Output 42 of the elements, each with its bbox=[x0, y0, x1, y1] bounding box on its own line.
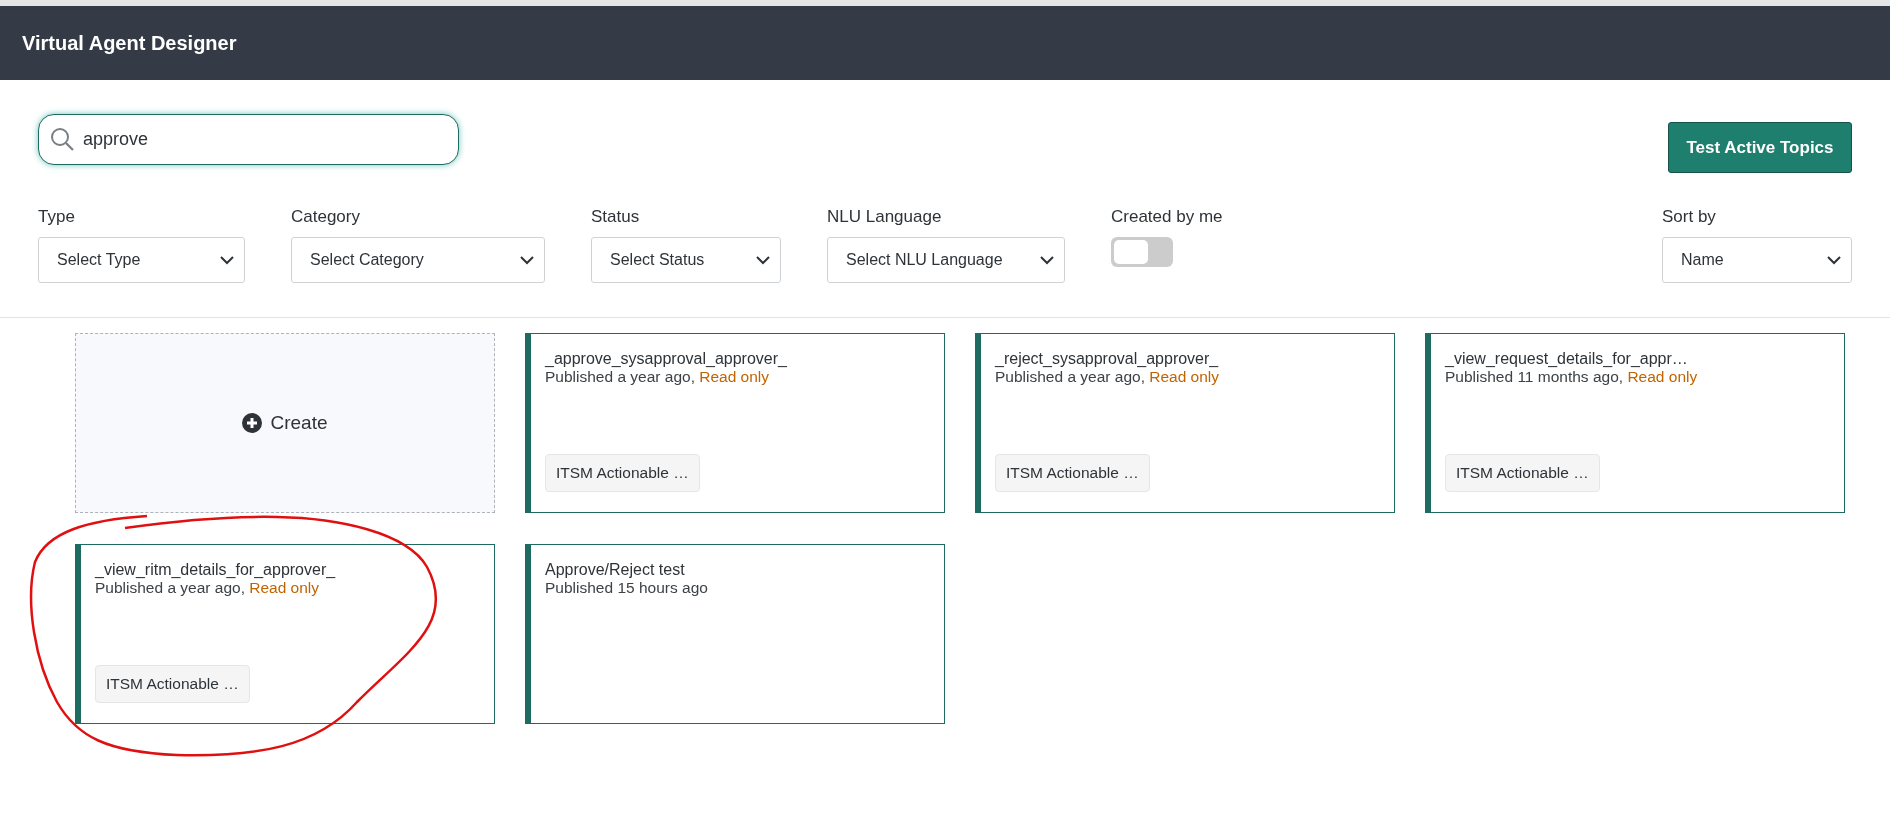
topic-title: _view_request_details_for_appr… bbox=[1445, 350, 1689, 368]
filter-label: Type bbox=[38, 207, 76, 228]
topic-card[interactable]: _approve_sysapproval_approver_ Published a year ago, Read only ITSM Actionable … bbox=[525, 333, 945, 513]
topic-title: _approve_sysapproval_approver_ bbox=[545, 350, 788, 368]
category-tag: ITSM Actionable … bbox=[95, 665, 250, 703]
filter-dropdown[interactable]: Select Category bbox=[291, 237, 545, 283]
filter-label: Created by me bbox=[1111, 207, 1223, 228]
search-icon bbox=[50, 127, 74, 151]
topic-card[interactable]: _view_ritm_details_for_approver_ Published a year ago, Read only ITSM Actionable … bbox=[75, 544, 495, 724]
chevron-down-icon bbox=[220, 255, 234, 265]
sort-dropdown[interactable]: Name bbox=[1662, 237, 1852, 283]
topic-card[interactable]: _reject_sysapproval_approver_ Published a year ago, Read only ITSM Actionable … bbox=[975, 333, 1395, 513]
filter-label: Status bbox=[591, 207, 641, 228]
sort-label: Sort by bbox=[1662, 207, 1717, 228]
chevron-down-icon bbox=[1040, 255, 1054, 265]
plus-circle-icon bbox=[242, 413, 263, 433]
topic-status: Published a year ago, Read only bbox=[545, 368, 771, 386]
search-field[interactable]: approve bbox=[38, 114, 459, 165]
topic-card[interactable]: Approve/Reject test Published 15 hours ago bbox=[525, 544, 945, 724]
topic-title: Approve/Reject test bbox=[545, 561, 686, 579]
category-tag: ITSM Actionable … bbox=[995, 454, 1150, 492]
topic-title: _reject_sysapproval_approver_ bbox=[995, 350, 1220, 368]
topic-status: Published 11 months ago, Read only bbox=[1445, 368, 1699, 386]
filter-label: NLU Language bbox=[827, 207, 943, 228]
chevron-down-icon bbox=[1827, 255, 1841, 265]
filter-label: Category bbox=[291, 207, 361, 228]
app-title: Virtual Agent Designer bbox=[22, 31, 237, 55]
chevron-down-icon bbox=[520, 255, 534, 265]
test-active-topics-button[interactable]: Test Active Topics bbox=[1668, 122, 1852, 173]
filter-dropdown[interactable]: Select Type bbox=[38, 237, 245, 283]
category-tag: ITSM Actionable … bbox=[545, 454, 700, 492]
topic-card[interactable]: _view_request_details_for_appr… Published 11 months ago, Read only ITSM Actionable … bbox=[1425, 333, 1845, 513]
toggle-switch[interactable] bbox=[1111, 237, 1173, 267]
topic-status: Published a year ago, Read only bbox=[995, 368, 1221, 386]
topic-status: Published 15 hours ago bbox=[545, 579, 709, 597]
topic-status: Published a year ago, Read only bbox=[95, 579, 321, 597]
chevron-down-icon bbox=[756, 255, 770, 265]
filter-dropdown[interactable]: Select Status bbox=[591, 237, 781, 283]
create-tile[interactable]: Create bbox=[75, 333, 495, 513]
topic-title: _view_ritm_details_for_approver_ bbox=[95, 561, 337, 579]
category-tag: ITSM Actionable … bbox=[1445, 454, 1600, 492]
filter-dropdown[interactable]: Select NLU Language bbox=[827, 237, 1065, 283]
